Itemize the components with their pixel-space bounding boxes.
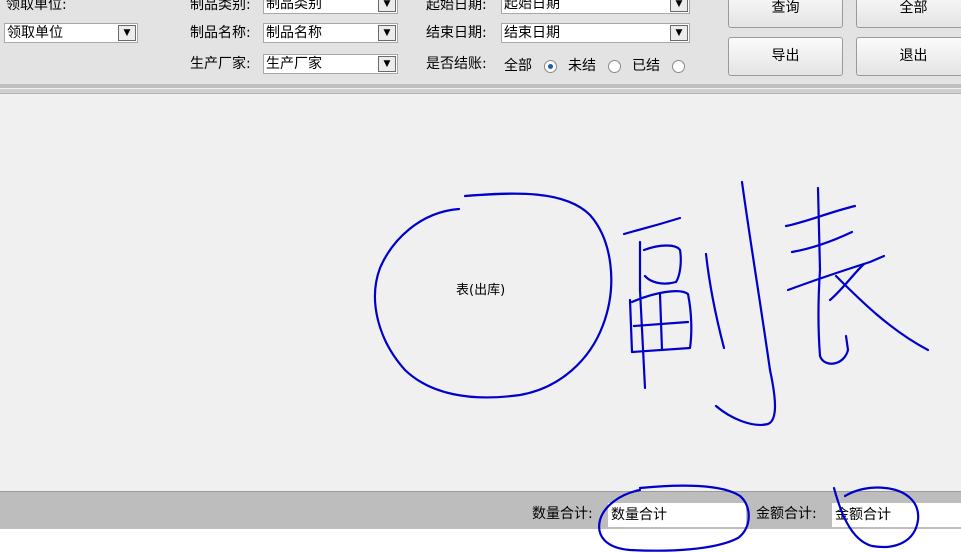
qty-total-label: 数量合计: [532,506,593,522]
start-date-label: 起始日期: [426,0,487,13]
category-select[interactable]: 制品类别 ▼ [263,0,398,14]
end-date-picker[interactable]: 结束日期 ▼ [501,23,690,43]
amount-total-label: 金额合计: [756,506,817,522]
maker-select[interactable]: 生产厂家 ▼ [263,54,398,74]
chevron-down-icon[interactable]: ▼ [118,25,136,41]
chevron-down-icon[interactable]: ▼ [670,25,688,41]
start-date-value: 起始日期 [504,0,560,12]
maker-label: 生产厂家: [190,56,251,72]
category-label: 制品类别: [190,0,251,13]
maker-select-value: 生产厂家 [266,56,322,72]
report-placeholder-text: 表(出库) [456,283,506,298]
amount-total-field: 金额合计 [832,503,961,527]
start-date-picker[interactable]: 起始日期 ▼ [501,0,690,14]
exit-button[interactable]: 退出 [856,37,961,76]
export-button[interactable]: 导出 [728,37,843,76]
totals-bar [0,491,961,530]
category-select-value: 制品类别 [266,0,322,12]
qty-total-field: 数量合计 [608,503,746,527]
radio-settled[interactable] [672,60,685,73]
radio-settled-label[interactable]: 已结 [632,56,660,76]
chevron-down-icon[interactable]: ▼ [378,0,396,12]
show-all-button[interactable]: 全部 [856,0,961,28]
name-select[interactable]: 制品名称 ▼ [263,23,398,43]
name-label: 制品名称: [190,25,251,41]
query-button[interactable]: 查询 [728,0,843,28]
name-select-value: 制品名称 [266,25,322,41]
settled-label: 是否结账: [426,56,487,72]
status-strip [0,529,961,553]
end-date-value: 结束日期 [504,25,560,41]
dept-select-value: 领取单位 [7,25,63,41]
end-date-label: 结束日期: [426,25,487,41]
divider [0,84,961,88]
radio-all-label[interactable]: 全部 [504,56,532,76]
radio-unsettled[interactable] [608,60,621,73]
chevron-down-icon[interactable]: ▼ [670,0,688,12]
dept-select[interactable]: 领取单位 ▼ [4,23,138,43]
radio-unsettled-label[interactable]: 未结 [568,56,596,76]
chevron-down-icon[interactable]: ▼ [378,56,396,72]
dept-label: 领取单位: [6,0,67,13]
chevron-down-icon[interactable]: ▼ [378,25,396,41]
radio-all[interactable] [544,60,557,73]
